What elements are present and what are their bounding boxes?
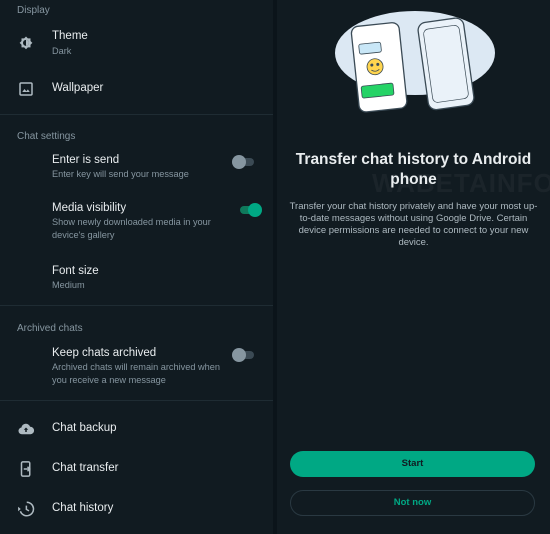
keep-archived-toggle[interactable] xyxy=(232,348,256,362)
history-icon xyxy=(18,501,35,517)
chat-history-title: Chat history xyxy=(52,502,114,514)
setting-font-size[interactable]: Font size Medium xyxy=(0,264,273,292)
setting-theme[interactable]: Theme Dark xyxy=(0,28,273,62)
media-visibility-toggle[interactable] xyxy=(238,203,262,217)
keep-archived-title: Keep chats archived xyxy=(52,347,157,359)
theme-title: Theme xyxy=(52,30,88,42)
divider xyxy=(0,400,273,401)
setting-chat-transfer[interactable]: Chat transfer xyxy=(0,458,273,480)
settings-panel: Display Theme Dark Wallpaper Chat settin… xyxy=(0,0,273,534)
divider xyxy=(0,114,273,115)
phones-illustration-icon xyxy=(335,11,495,113)
section-header-display: Display xyxy=(17,5,50,16)
chat-backup-title: Chat backup xyxy=(52,422,117,434)
not-now-button[interactable]: Not now xyxy=(290,490,535,516)
brightness-icon xyxy=(19,36,33,50)
font-size-value: Medium xyxy=(52,280,85,290)
media-visibility-sub: Show newly downloaded media in your devi… xyxy=(52,217,211,240)
theme-value: Dark xyxy=(52,46,72,56)
media-visibility-title: Media visibility xyxy=(52,202,127,214)
setting-keep-archived[interactable]: Keep chats archived Archived chats will … xyxy=(0,346,273,388)
enter-is-send-sub: Enter key will send your message xyxy=(52,169,189,179)
transfer-description: Transfer your chat history privately and… xyxy=(289,201,538,248)
divider xyxy=(0,305,273,306)
setting-chat-history[interactable]: Chat history xyxy=(0,498,273,520)
section-header-archived: Archived chats xyxy=(17,323,83,334)
transfer-title: Transfer chat history to Android phone xyxy=(295,151,532,188)
setting-chat-backup[interactable]: Chat backup xyxy=(0,418,273,440)
keep-archived-sub: Archived chats will remain archived when… xyxy=(52,362,220,385)
cloud-upload-icon xyxy=(18,423,35,435)
setting-enter-is-send[interactable]: Enter is send Enter key will send your m… xyxy=(0,153,273,183)
enter-is-send-title: Enter is send xyxy=(52,154,120,166)
chat-transfer-title: Chat transfer xyxy=(52,462,119,474)
section-header-chat-settings: Chat settings xyxy=(17,131,76,142)
setting-wallpaper[interactable]: Wallpaper xyxy=(0,78,273,100)
wallpaper-icon xyxy=(19,82,33,96)
transfer-panel: WABETAINFO Transfer chat history to Andr… xyxy=(277,0,550,534)
setting-media-visibility[interactable]: Media visibility Show newly downloaded m… xyxy=(0,201,273,243)
font-size-title: Font size xyxy=(52,265,99,277)
wallpaper-title: Wallpaper xyxy=(52,82,104,94)
enter-is-send-toggle[interactable] xyxy=(232,155,256,169)
phone-transfer-icon xyxy=(20,461,31,477)
start-button[interactable]: Start xyxy=(290,451,535,477)
